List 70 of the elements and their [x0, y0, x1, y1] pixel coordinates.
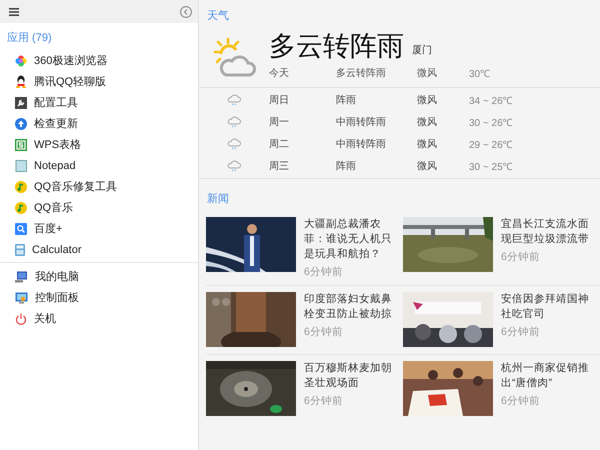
- temperature-text: 30 ~ 26℃: [469, 117, 514, 129]
- news-headline[interactable]: 百万穆斯林麦加朝圣壮观场面: [304, 361, 400, 391]
- day-label: 今天: [269, 67, 290, 80]
- day-label: 周三: [269, 160, 290, 173]
- wind-text: 微风: [417, 116, 438, 129]
- day-label: 周一: [269, 116, 290, 129]
- news-time: 6分钟前: [501, 325, 541, 339]
- news-time: 6分钟前: [501, 394, 541, 408]
- power-icon: [15, 312, 27, 324]
- news-headline[interactable]: 安倍因参拜靖国神社吃官司: [501, 292, 597, 322]
- rain-cloud-icon: [227, 94, 241, 106]
- computer-icon: [15, 270, 28, 282]
- app-item[interactable]: 配置工具: [0, 92, 198, 113]
- monitor-icon: [15, 292, 28, 304]
- wind-text: 微风: [417, 160, 438, 173]
- rain-cloud-icon: [227, 160, 241, 172]
- app-item[interactable]: QQ音乐修复工具: [0, 176, 198, 197]
- section-label: 应用 (79): [6, 30, 53, 46]
- condition-text: 中雨转阵雨: [336, 116, 387, 129]
- app-item[interactable]: Calculator: [0, 239, 198, 260]
- weather-condition: 多云转阵雨: [269, 30, 404, 63]
- city-name: 厦门: [412, 44, 432, 58]
- condition-text: 多云转阵雨: [336, 66, 387, 80]
- system-item[interactable]: 我的电脑: [0, 266, 198, 287]
- search-icon: [15, 222, 27, 234]
- wind-text: 微风: [417, 94, 438, 107]
- news-time: 6分钟前: [304, 394, 344, 408]
- news-time: 6分钟前: [304, 325, 344, 339]
- notepad-icon: [15, 160, 27, 172]
- news-headline[interactable]: 大疆副总裁潘农菲：谁说无人机只是玩具和航拍？: [304, 217, 400, 262]
- news-time: 6分钟前: [304, 265, 344, 279]
- rain-cloud-icon: [227, 116, 241, 128]
- spreadsheet-icon: [15, 138, 27, 150]
- music-icon: [15, 202, 27, 214]
- news-time: 6分钟前: [501, 250, 541, 264]
- app-item[interactable]: 百度+: [0, 218, 198, 239]
- app-item[interactable]: 腾讯QQ轻聊版: [0, 71, 198, 92]
- news-headline[interactable]: 印度部落妇女戴鼻栓变丑防止被劫掠: [304, 292, 400, 322]
- app-item[interactable]: 检查更新: [0, 113, 198, 134]
- news-headline[interactable]: 杭州一商家促销推出“唐僧肉”: [501, 361, 597, 391]
- wrench-icon: [15, 96, 27, 108]
- music-icon: [15, 180, 27, 192]
- upload-icon: [15, 118, 27, 130]
- day-label: 周日: [269, 94, 290, 107]
- condition-text: 阵雨: [336, 94, 357, 107]
- system-item[interactable]: 控制面板: [0, 287, 198, 308]
- penguin-icon: [15, 75, 27, 88]
- section-label: 新闻: [206, 192, 230, 206]
- wind-text: 微风: [417, 67, 438, 80]
- temperature-text: 30℃: [469, 68, 490, 80]
- temperature-text: 29 ~ 26℃: [469, 139, 514, 151]
- color-wheel-icon: [15, 54, 27, 66]
- back-icon[interactable]: [180, 6, 192, 18]
- system-item[interactable]: 关机: [0, 308, 198, 329]
- condition-text: 阵雨: [336, 160, 357, 173]
- app-item[interactable]: Notepad: [0, 155, 198, 176]
- app-item[interactable]: QQ音乐: [0, 197, 198, 218]
- section-label: 天气: [206, 9, 230, 23]
- rain-cloud-icon: [227, 138, 241, 150]
- app-item[interactable]: WPS表格: [0, 134, 198, 155]
- app-item[interactable]: 360极速浏览器: [0, 50, 198, 71]
- temperature-text: 30 ~ 25℃: [469, 161, 514, 173]
- condition-text: 中雨转阵雨: [336, 138, 387, 151]
- day-label: 周二: [269, 138, 290, 151]
- menu-icon[interactable]: [9, 8, 19, 16]
- temperature-text: 34 ~ 26℃: [469, 95, 514, 107]
- news-headline[interactable]: 宜昌长江支流水面现巨型垃圾漂流带: [501, 217, 597, 247]
- partly-cloudy-icon: [211, 37, 257, 79]
- calculator-icon: [15, 244, 25, 256]
- wind-text: 微风: [417, 138, 438, 151]
